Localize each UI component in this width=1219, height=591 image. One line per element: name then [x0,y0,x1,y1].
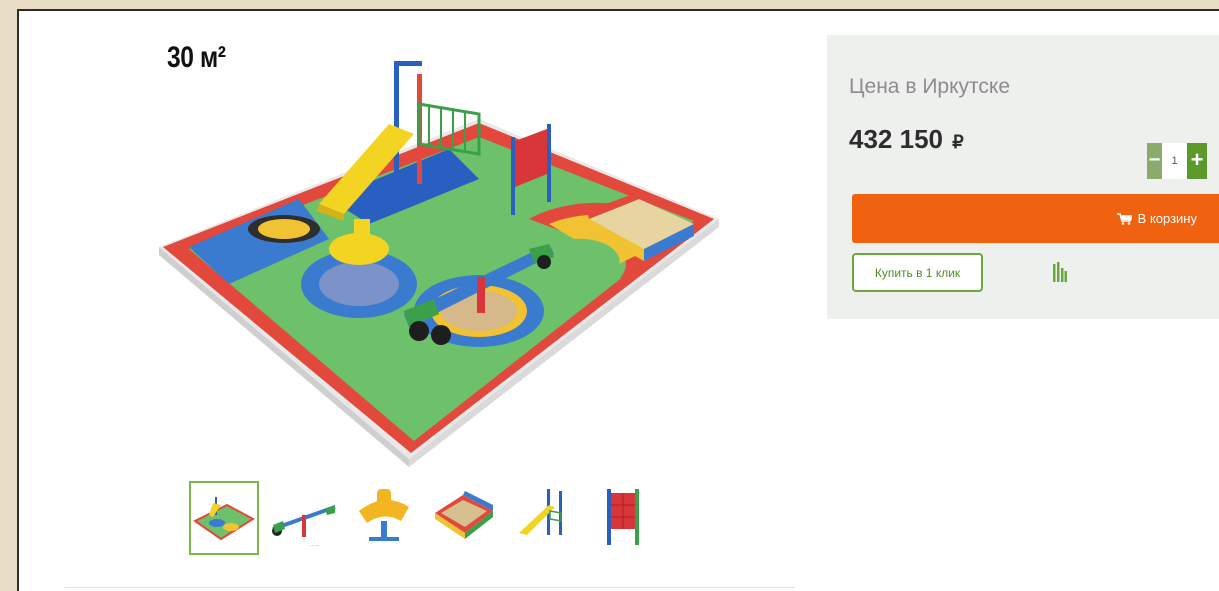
add-to-cart-button[interactable]: В корзину [852,194,1219,243]
thumbnail-climbing-wall[interactable] [589,481,659,555]
compare-bars-icon[interactable] [1053,262,1067,282]
price-city-label: Цена в Иркутске [849,75,1010,98]
divider [65,587,795,588]
quantity-stepper: − + [1147,143,1207,179]
thumbnail-strip: ········ [189,481,659,555]
thumbnail-rocker[interactable] [349,481,419,555]
buy-one-click-button[interactable]: Купить в 1 клик [852,253,983,292]
cart-icon [1116,212,1132,225]
price-value: 432 150 ₽ [849,124,964,155]
currency-symbol: ₽ [952,132,964,152]
thumbnail-sandbox[interactable] [429,481,499,555]
thumbnail-seesaw[interactable]: ········ [269,481,339,555]
thumbnail-slide[interactable] [509,481,579,555]
thumbnail-playground[interactable] [189,481,259,555]
add-to-cart-label: В корзину [1137,211,1197,226]
quantity-decrease-button[interactable]: − [1147,143,1162,179]
price-amount: 432 150 [849,124,943,154]
product-card: 30 м² ········ Цена в Иркутске 432 150 ₽… [17,9,1219,591]
quantity-input[interactable] [1162,143,1187,179]
quantity-increase-button[interactable]: + [1187,143,1207,179]
price-panel: Цена в Иркутске 432 150 ₽ − + В корзину … [827,35,1219,319]
product-main-image[interactable] [149,49,729,469]
svg-text:········: ········ [309,543,320,548]
